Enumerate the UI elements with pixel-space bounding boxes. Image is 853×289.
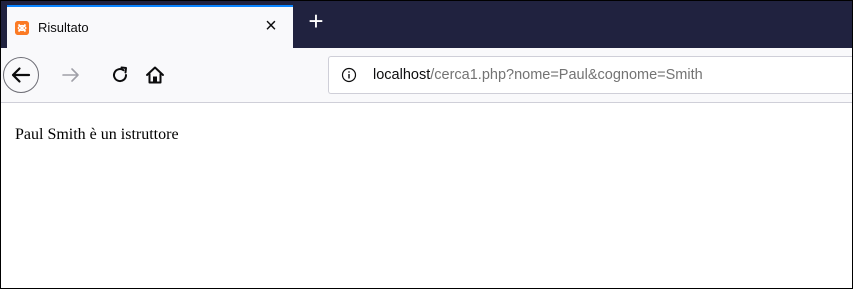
forward-arrow-icon (62, 68, 79, 82)
address-bar[interactable]: localhost/cerca1.php?nome=Paul&cognome=S… (328, 56, 852, 94)
page-content: Paul Smith è un istruttore (1, 103, 852, 288)
browser-window: Risultato × + localhost/cerca1.php?nome=… (0, 0, 853, 289)
back-button[interactable] (3, 57, 39, 93)
tab-title: Risultato (38, 20, 89, 35)
xampp-icon (15, 21, 29, 35)
navigation-toolbar: localhost/cerca1.php?nome=Paul&cognome=S… (1, 48, 852, 103)
reload-button[interactable] (109, 64, 131, 86)
home-icon (146, 66, 164, 84)
url-host: localhost (373, 67, 431, 83)
tab-strip: Risultato × + (1, 1, 852, 48)
back-arrow-icon (11, 67, 31, 83)
forward-button[interactable] (61, 65, 81, 85)
url-text[interactable]: localhost/cerca1.php?nome=Paul&cognome=S… (373, 67, 703, 83)
url-path: /cerca1.php?nome=Paul&cognome=Smith (430, 67, 703, 83)
close-tab-icon[interactable]: × (261, 16, 281, 36)
new-tab-button[interactable]: + (301, 7, 331, 37)
reload-icon (113, 66, 128, 83)
result-text: Paul Smith è un istruttore (15, 126, 179, 143)
tab-risultato[interactable]: Risultato × (7, 5, 293, 48)
site-info-icon[interactable] (341, 67, 357, 83)
home-button[interactable] (144, 64, 166, 86)
